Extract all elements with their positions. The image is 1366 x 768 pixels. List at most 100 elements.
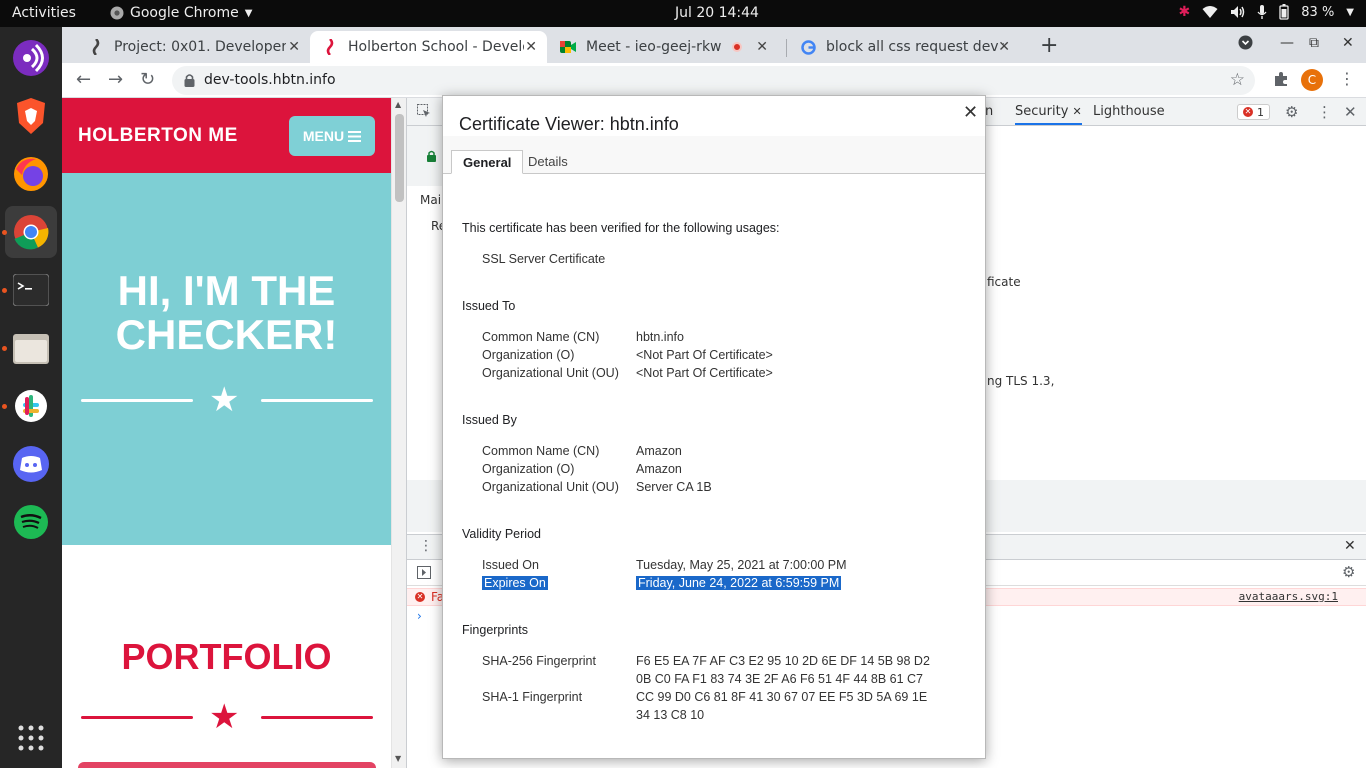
console-settings-icon[interactable]: ⚙	[1342, 563, 1355, 581]
certificate-viewer-dialog: Certificate Viewer: hbtn.info ✕ General …	[442, 95, 986, 759]
tab-title: Meet - ieo-geej-rkw	[586, 39, 722, 55]
address-bar[interactable]: dev-tools.hbtn.info ☆	[172, 66, 1255, 95]
devtools-menu-icon[interactable]: ⋮	[1317, 103, 1332, 121]
scroll-up-arrow-icon[interactable]: ▲	[395, 100, 401, 109]
field-label: Organizational Unit (OU)	[482, 366, 619, 380]
sha1-value-line: 34 13 C8 10	[636, 708, 705, 722]
field-value: <Not Part Of Certificate>	[636, 348, 773, 362]
close-icon[interactable]: ✕	[756, 39, 768, 55]
sidebar-main-origin[interactable]: Mai	[420, 193, 441, 207]
tab-title: Project: 0x01. Developer t	[114, 39, 286, 55]
bookmark-star-icon[interactable]: ☆	[1230, 70, 1245, 90]
dock-firefox[interactable]	[5, 148, 57, 200]
extensions-puzzle-icon[interactable]	[1273, 71, 1289, 87]
hero-section: HI, I'M THE CHECKER! ★	[62, 173, 391, 545]
tab-separator	[786, 39, 787, 57]
close-icon[interactable]: ✕	[525, 39, 537, 55]
close-icon[interactable]: ✕	[1073, 105, 1082, 118]
window-close-button[interactable]: ✕	[1342, 35, 1354, 51]
tab-search-icon[interactable]	[1238, 35, 1253, 54]
dialog-close-button[interactable]: ✕	[963, 102, 978, 123]
browser-toolbar: ← → ↻ dev-tools.hbtn.info ☆ C ⋮	[62, 63, 1366, 98]
dock-brave-browser[interactable]	[5, 90, 57, 142]
sidebar-toggle-icon[interactable]	[417, 566, 431, 579]
secure-lock-icon	[427, 150, 436, 162]
dock-google-chrome[interactable]	[5, 206, 57, 258]
divider-line	[261, 399, 373, 402]
lock-icon[interactable]	[184, 73, 195, 87]
show-apps-grid-icon[interactable]	[18, 725, 44, 751]
dock-podcast-app[interactable]	[5, 32, 57, 84]
dock-discord[interactable]	[5, 438, 57, 490]
chrome-small-icon	[110, 6, 124, 20]
console-prompt-icon[interactable]: ›	[417, 609, 422, 623]
back-button[interactable]: ←	[76, 69, 91, 90]
slack-icon	[15, 390, 47, 422]
system-tray[interactable]: ✱ 83 % ▼	[1179, 4, 1354, 20]
clock[interactable]: Jul 20 14:44	[675, 5, 759, 21]
sha256-label: SHA-256 Fingerprint	[482, 654, 596, 668]
reload-button[interactable]: ↻	[140, 69, 155, 90]
battery-level: 83 %	[1301, 4, 1335, 20]
error-icon: ✕	[1243, 107, 1253, 117]
portfolio-divider: ★	[81, 700, 373, 734]
usage-item: SSL Server Certificate	[482, 252, 606, 266]
tab-lighthouse[interactable]: Lighthouse	[1093, 104, 1165, 119]
activities-button[interactable]: Activities	[12, 5, 76, 21]
tab-title: block all css request dev t	[826, 39, 1004, 55]
field-value: Amazon	[636, 462, 682, 476]
firefox-icon	[14, 157, 48, 191]
maximize-button[interactable]: ⧉	[1309, 35, 1319, 51]
hamburger-icon	[348, 130, 362, 142]
dock-slack[interactable]	[5, 380, 57, 432]
tab-google-meet[interactable]: Meet - ieo-geej-rkw ✕	[548, 31, 778, 63]
page-viewport: HOLBERTON ME MENU HI, I'M THE CHECKER! ★…	[62, 98, 391, 768]
portfolio-heading: PORTFOLIO	[121, 636, 332, 677]
tab-security-label: Security	[1015, 104, 1069, 119]
inspect-element-icon[interactable]	[417, 104, 431, 118]
system-top-bar: Activities Google Chrome ▼ Jul 20 14:44 …	[0, 0, 1366, 27]
field-label: Common Name (CN)	[482, 444, 600, 458]
divider-line	[261, 716, 373, 719]
dock-terminal[interactable]	[5, 264, 57, 316]
minimize-button[interactable]: —	[1280, 35, 1294, 51]
tab-general[interactable]: General	[451, 150, 524, 174]
devtools-tab-partial[interactable]: n	[985, 104, 993, 119]
tab-project-developer[interactable]: Project: 0x01. Developer t ✕	[76, 31, 310, 63]
drawer-menu-icon[interactable]: ⋮	[419, 538, 433, 554]
tab-security[interactable]: Security ✕	[1015, 104, 1082, 125]
chrome-menu-icon[interactable]: ⋮	[1339, 69, 1355, 88]
podcast-icon	[13, 40, 49, 76]
scrollbar-thumb[interactable]	[395, 114, 404, 202]
forward-button[interactable]: →	[108, 69, 123, 90]
site-brand[interactable]: HOLBERTON ME	[78, 125, 238, 147]
sha256-value-line: F6 E5 EA 7F AF C3 E2 95 10 2D 6E DF 14 5…	[636, 654, 930, 668]
console-error-source-link[interactable]: avataaars.svg:1	[1239, 590, 1338, 603]
hero-divider: ★	[81, 383, 373, 417]
new-tab-button[interactable]: +	[1040, 33, 1058, 58]
app-menu-label: Google Chrome	[130, 5, 239, 21]
settings-gear-icon[interactable]: ⚙	[1285, 103, 1298, 121]
issues-badge[interactable]: ✕ 1	[1237, 104, 1270, 120]
profile-avatar[interactable]: C	[1301, 69, 1323, 91]
close-icon[interactable]: ✕	[288, 39, 300, 55]
close-devtools-icon[interactable]: ✕	[1344, 103, 1357, 121]
tab-holberton-school[interactable]: Holberton School - Develo ✕	[310, 31, 547, 63]
dock-spotify[interactable]	[5, 496, 57, 548]
field-label: Organizational Unit (OU)	[482, 480, 619, 494]
dock-files[interactable]	[5, 322, 57, 374]
menu-button[interactable]: MENU	[289, 116, 375, 156]
running-indicator	[2, 404, 7, 409]
close-icon[interactable]: ✕	[998, 39, 1010, 55]
close-drawer-icon[interactable]: ✕	[1344, 538, 1356, 554]
tab-details[interactable]: Details	[517, 150, 579, 174]
sha256-value-line: 0B C0 FA F1 83 74 3E 2F A6 F6 51 4F 44 8…	[636, 672, 923, 686]
menu-label: MENU	[302, 128, 345, 144]
field-label: Organization (O)	[482, 462, 575, 476]
page-scrollbar[interactable]: ▲ ▼	[391, 98, 406, 768]
fingerprints-heading: Fingerprints	[462, 623, 528, 637]
tab-google-search[interactable]: block all css request dev t ✕	[788, 31, 1020, 63]
scroll-down-arrow-icon[interactable]: ▼	[395, 754, 401, 763]
app-menu[interactable]: Google Chrome ▼	[110, 5, 252, 21]
hero-title-line: CHECKER!	[115, 311, 338, 358]
